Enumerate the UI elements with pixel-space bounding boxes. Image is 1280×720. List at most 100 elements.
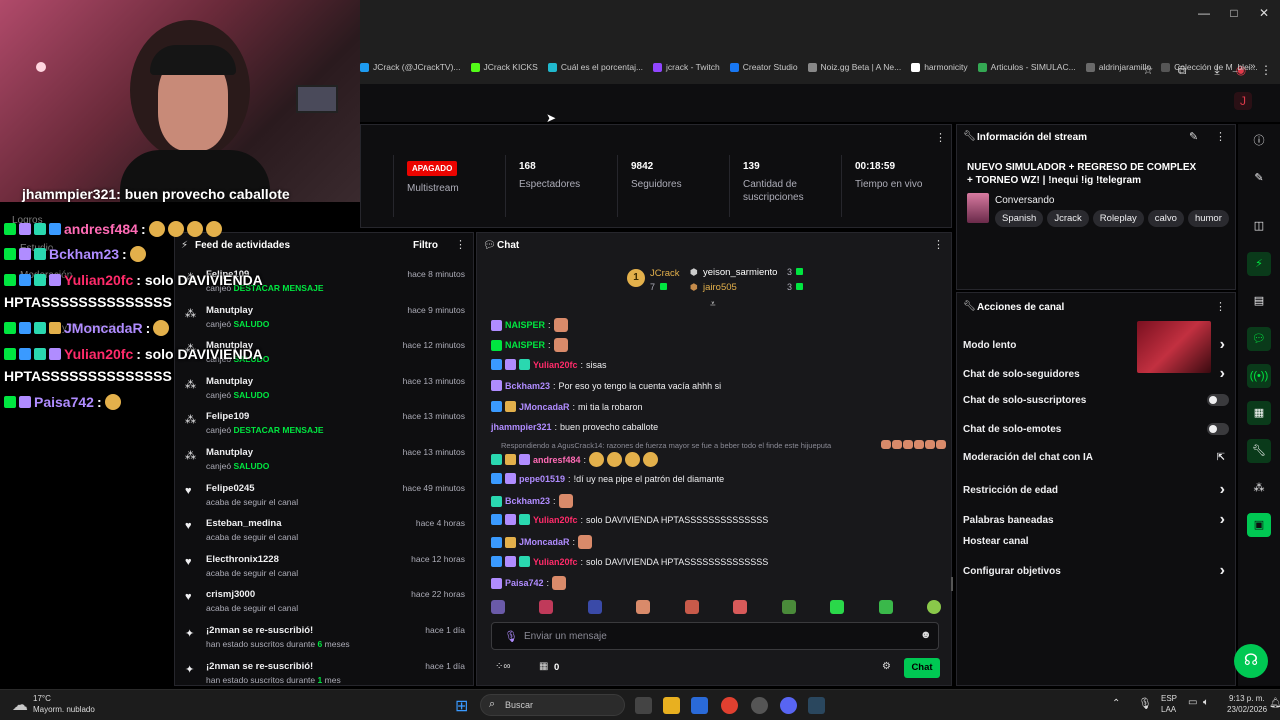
clock-date[interactable]: 23/02/2026 — [1227, 705, 1267, 714]
multistream-label[interactable]: Multistream — [407, 182, 459, 195]
chat-bubble-icon[interactable]: 💬︎ — [1247, 327, 1271, 351]
tray-chevron-icon[interactable]: ⌃ — [1112, 698, 1120, 709]
pencil-icon[interactable]: ✎ — [1247, 166, 1271, 190]
chat-more-icon[interactable]: ⋮ — [933, 238, 944, 251]
taskbar-search[interactable]: ⌕ Buscar — [480, 694, 625, 716]
minimize-icon[interactable]: — — [1196, 6, 1212, 20]
file-explorer-icon[interactable] — [663, 697, 680, 714]
steam-icon[interactable] — [808, 697, 825, 714]
chat-username[interactable]: andresf484 — [533, 455, 581, 465]
stream-tag[interactable]: calvo — [1147, 210, 1184, 227]
chat-message[interactable]: Bckham23: — [491, 494, 573, 508]
chat-message[interactable]: Yulian20fc: solo DAVIVIENDA HPTASSSSSSSSS… — [491, 556, 768, 567]
stream-tag[interactable]: humor — [1187, 210, 1229, 227]
stream-tag[interactable]: Roleplay — [1092, 210, 1144, 227]
feed-more-icon[interactable]: ⋮ — [455, 238, 466, 251]
chat-username[interactable]: JMoncadaR — [519, 402, 570, 412]
microphone-icon[interactable]: 🎙︎ — [504, 630, 518, 643]
document-icon[interactable]: ▤ — [1247, 289, 1271, 313]
feed-filter-button[interactable]: Filtro — [413, 240, 438, 251]
emote-icon[interactable] — [636, 600, 651, 614]
bookmark-item[interactable]: aldrinjaramillo — [1085, 62, 1151, 72]
region-code[interactable]: LAA — [1161, 705, 1176, 714]
camera-icon[interactable]: ◫ — [1247, 214, 1271, 238]
windows-start-icon[interactable]: ⊞ — [455, 696, 468, 716]
bookmark-item[interactable]: Colección de M_blei... — [1161, 62, 1258, 72]
task-view-icon[interactable] — [635, 697, 652, 714]
chat-message-input[interactable]: 🎙︎ Enviar un mensaje ☻ — [491, 622, 939, 650]
chat-username[interactable]: Yulian20fc — [533, 360, 578, 370]
channel-action-row[interactable]: Chat de solo-seguidores › — [963, 365, 1229, 383]
channel-action-row[interactable]: Moderación del chat con IA ⇱ — [963, 452, 1229, 463]
chrome-icon[interactable] — [721, 697, 738, 714]
feed-item[interactable]: ♥ crismj3000 acaba de seguir el canal hace … — [183, 589, 465, 613]
chat-username[interactable]: JMoncadaR — [519, 537, 570, 547]
store-icon[interactable]: ▦ — [539, 661, 548, 672]
channel-action-row[interactable]: Configurar objetivos › — [963, 562, 1229, 580]
collapse-chevron-icon[interactable]: ⩡ — [710, 299, 716, 310]
chat-message[interactable]: JMoncadaR: mi tia la robaron — [491, 401, 643, 412]
bookmark-item[interactable]: Cuál es el porcentaj... — [547, 62, 643, 72]
chat-username[interactable]: Paisa742 — [505, 578, 544, 588]
channel-action-row[interactable]: Hostear canal — [963, 536, 1229, 547]
emote-icon[interactable] — [491, 600, 505, 614]
chat-message[interactable]: andresf484: — [491, 452, 659, 467]
chat-username[interactable]: Bckham23 — [505, 381, 550, 391]
volume-icon[interactable]: 🔈︎ — [1203, 697, 1209, 708]
network-icon[interactable]: ▭ — [1188, 697, 1197, 708]
chat-username[interactable]: pepe01519 — [519, 474, 565, 484]
emote-icon[interactable] — [878, 600, 893, 614]
chat-username[interactable]: NAISPER — [505, 340, 545, 350]
chat-message[interactable]: NAISPER: — [491, 318, 568, 332]
help-headset-icon[interactable]: ☊ — [1234, 644, 1268, 678]
settings-gear-icon[interactable]: ⚙ — [882, 661, 891, 672]
toggle-switch[interactable] — [1207, 394, 1229, 406]
feed-item[interactable]: ♥ Esteban_medina acaba de seguir el canal h… — [183, 518, 465, 542]
bookmark-item[interactable]: JCrack KICKS — [470, 62, 538, 72]
emoji-icon[interactable]: ☻ — [920, 629, 932, 641]
chat-message[interactable]: Paisa742: — [491, 576, 567, 590]
bookmark-item[interactable]: harmonicity — [911, 62, 968, 72]
chat-message[interactable]: Yulian20fc: solo DAVIVIENDA HPTASSSSSSSSS… — [491, 514, 768, 525]
feed-item[interactable]: ♥ Electhronix1228 acaba de seguir el canal… — [183, 554, 465, 578]
language-code[interactable]: ESP — [1161, 694, 1177, 703]
channel-action-row[interactable]: Chat de solo-suscriptores — [963, 394, 1229, 406]
microphone-icon[interactable]: 🎙︎ — [1138, 697, 1152, 710]
emote-icon[interactable] — [733, 600, 748, 614]
feed-item[interactable]: ♥ Felipe0245 acaba de seguir el canal hace … — [183, 483, 465, 507]
chat-message[interactable]: jhammpier321: buen provecho caballote — [491, 422, 658, 432]
discord-icon[interactable] — [780, 697, 797, 714]
clock-time[interactable]: 9:13 p. m. — [1229, 694, 1265, 703]
bookmark-item[interactable]: jcrack - Twitch — [653, 62, 720, 72]
feed-item[interactable]: ⁂ Felipe109 canjeó DESTACAR MENSAJE hace 13… — [183, 411, 465, 435]
chat-send-button[interactable]: Chat — [904, 658, 940, 678]
chat-message[interactable]: Bckham23: Por eso yo tengo la cuenta vací… — [491, 380, 721, 391]
chat-message[interactable]: Yulian20fc: sisas — [491, 359, 607, 370]
connections-icon[interactable]: ⁘∞ — [495, 661, 511, 672]
chat-username[interactable]: Yulian20fc — [533, 515, 578, 525]
edit-icon[interactable]: ✎ — [1189, 130, 1198, 143]
chat-username[interactable]: Bckham23 — [505, 496, 550, 506]
user-avatar[interactable]: J — [1234, 92, 1252, 110]
bookmark-item[interactable]: Noiz.gg Beta | A Ne... — [807, 62, 901, 72]
notification-bell-icon[interactable]: 🔔︎ — [1269, 698, 1280, 709]
actions-more-icon[interactable]: ⋮ — [1215, 300, 1226, 313]
bookmark-item[interactable]: Creator Studio — [729, 62, 798, 72]
chat-username[interactable]: Yulian20fc — [533, 557, 578, 567]
stats-more-icon[interactable]: ⋮ — [935, 131, 946, 144]
chat-username[interactable]: NAISPER — [505, 320, 545, 330]
emote-icon[interactable] — [684, 600, 699, 614]
channel-action-row[interactable]: Chat de solo-emotes — [963, 423, 1229, 435]
chat-message[interactable]: pepe01519: !dí uy nea pipe el patrón del … — [491, 473, 724, 484]
toggle-switch[interactable] — [1207, 423, 1229, 435]
lightning-icon[interactable]: ⚡︎ — [1247, 252, 1271, 276]
weather-desc[interactable]: Mayorm. nublado — [33, 705, 95, 714]
emote-icon[interactable] — [830, 600, 845, 614]
tools-icon[interactable]: 🔧︎ — [1247, 439, 1271, 463]
stream-tag[interactable]: Jcrack — [1047, 210, 1089, 227]
stream-info-more-icon[interactable]: ⋮ — [1215, 130, 1226, 143]
nodes-icon[interactable]: ⁂ — [1247, 476, 1271, 500]
channel-action-row[interactable]: Restricción de edad › — [963, 481, 1229, 499]
feed-item[interactable]: ⁂ Manutplay canjeó SALUDO hace 13 minutos — [183, 447, 465, 471]
feed-item[interactable]: ✦ ¡2nman se re-suscribió! han estado suscr… — [183, 661, 465, 685]
